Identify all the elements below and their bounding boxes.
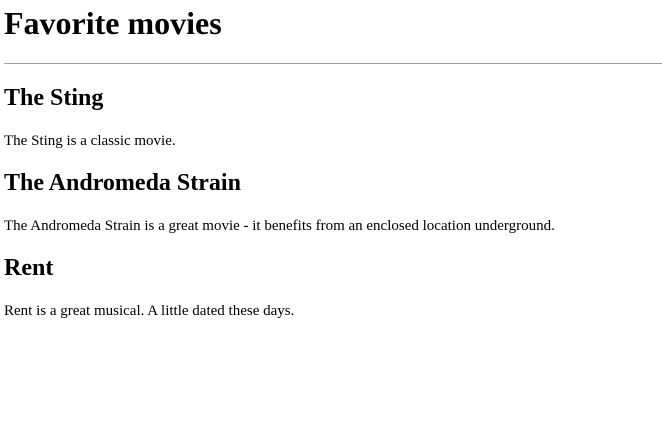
movie-description: Rent is a great musical. A little dated …	[4, 303, 295, 319]
movie-title: The Andromeda Strain	[4, 170, 241, 196]
movie-title: The Sting	[4, 85, 104, 111]
movie-title: Rent	[4, 255, 54, 281]
movie-description: The Sting is a classic movie.	[4, 133, 176, 149]
title-divider	[4, 63, 662, 64]
page-content: Favorite movies The Sting The Sting is a…	[0, 0, 662, 426]
movie-description: The Andromeda Strain is a great movie - …	[4, 218, 555, 234]
page-title: Favorite movies	[4, 5, 222, 41]
